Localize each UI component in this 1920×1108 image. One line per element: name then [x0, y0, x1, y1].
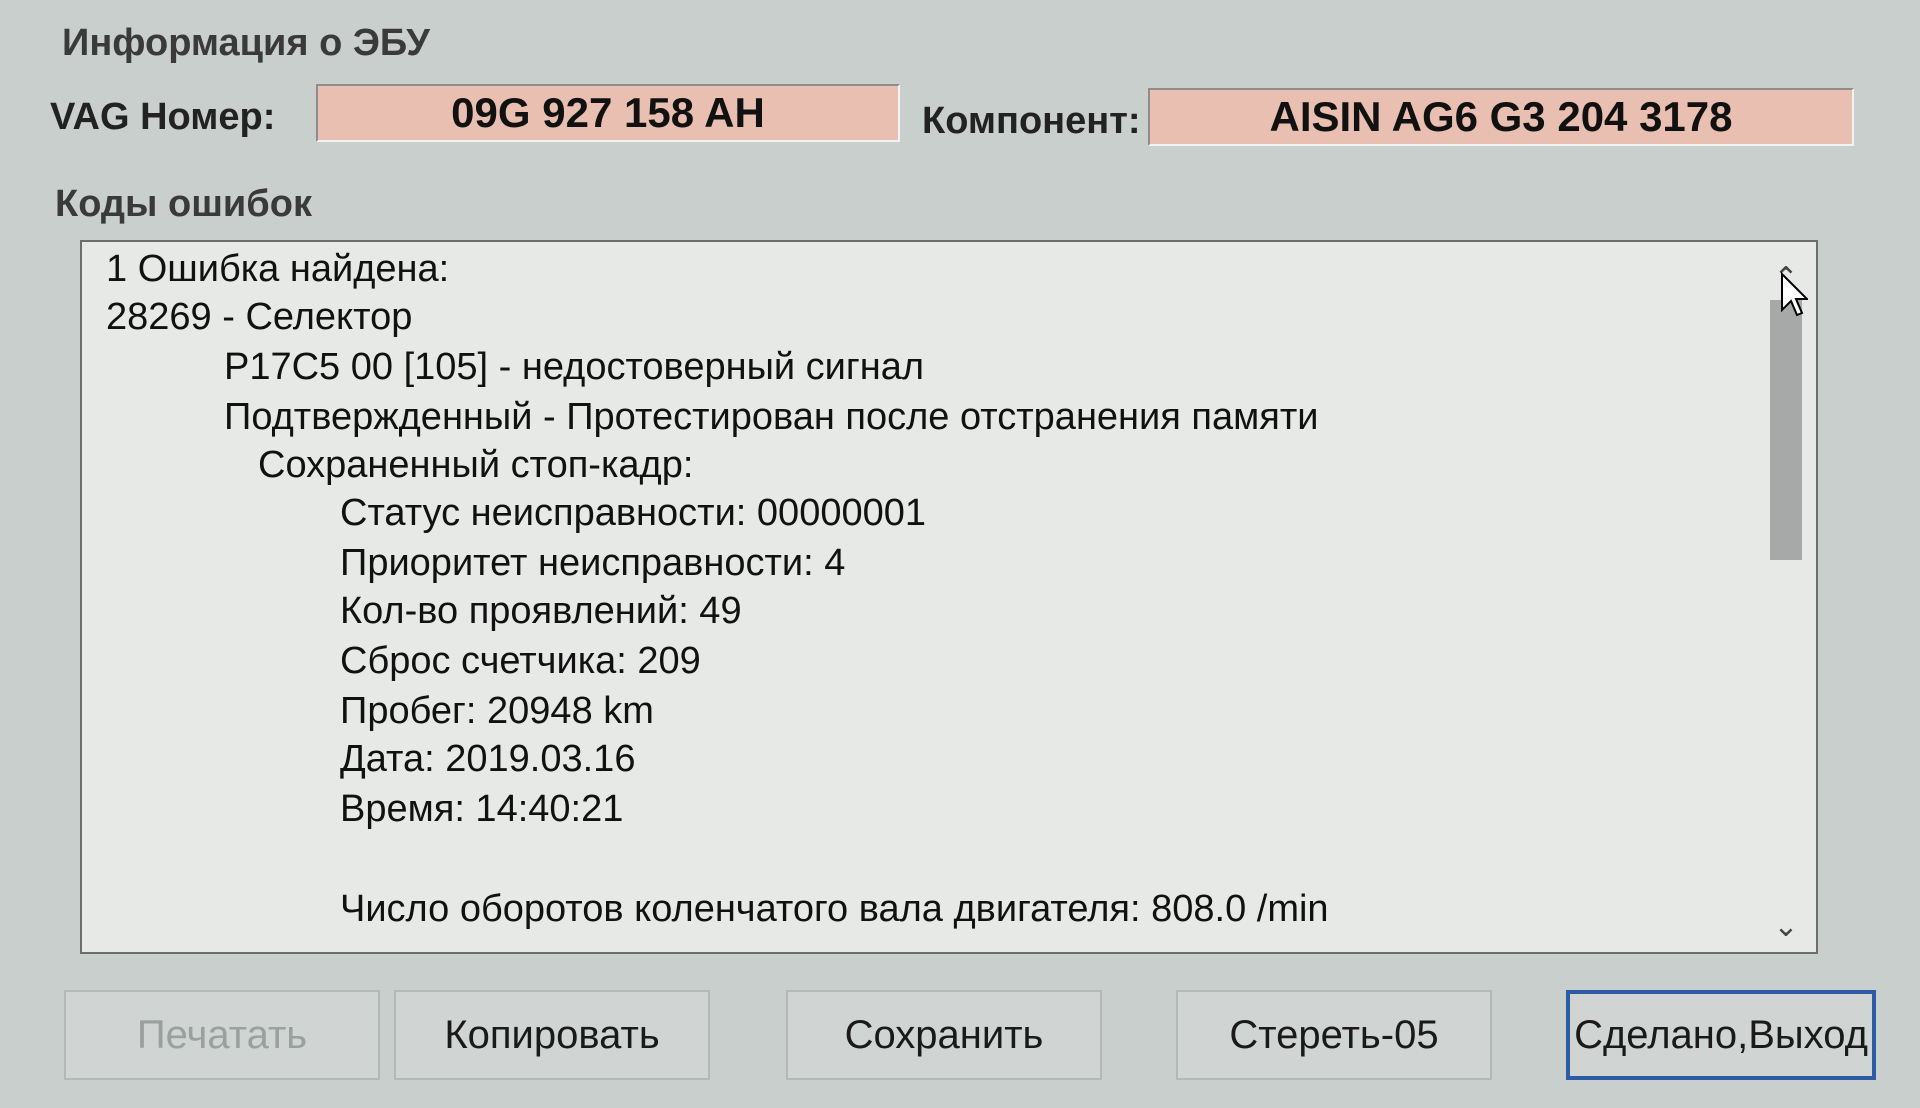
- chevron-down-icon[interactable]: ⌄: [1764, 908, 1808, 944]
- vag-number-label: VAG Номер:: [50, 96, 276, 138]
- fault-line: Дата: 2019.03.16: [340, 738, 636, 780]
- print-button[interactable]: Печатать: [64, 990, 380, 1080]
- component-label: Компонент:: [922, 100, 1141, 142]
- scrollbar-thumb[interactable]: [1770, 300, 1802, 560]
- fault-line: Приоритет неисправности: 4: [340, 542, 846, 584]
- vertical-scrollbar[interactable]: ⌃ ⌄: [1764, 260, 1808, 944]
- fault-line: 28269 - Селектор: [106, 296, 413, 338]
- copy-button[interactable]: Копировать: [394, 990, 710, 1080]
- save-button[interactable]: Сохранить: [786, 990, 1102, 1080]
- done-exit-button[interactable]: Сделано,Выход: [1566, 990, 1876, 1080]
- mouse-pointer-icon: [1781, 272, 1808, 317]
- fault-line: Время: 14:40:21: [340, 788, 624, 830]
- fault-codes-title: Коды ошибок: [55, 183, 312, 225]
- fault-line: P17C5 00 [105] - недостоверный сигнал: [224, 346, 925, 388]
- fault-line: Кол-во проявлений: 49: [340, 590, 742, 632]
- vag-number-value: 09G 927 158 AH: [316, 84, 900, 142]
- fault-codes-textarea[interactable]: 1 Ошибка найдена: 28269 - Селектор P17C5…: [80, 240, 1818, 954]
- fault-line: 1 Ошибка найдена:: [106, 248, 450, 290]
- ecu-info-title: Информация о ЭБУ: [62, 22, 430, 64]
- fault-line: Пробег: 20948 km: [340, 690, 654, 732]
- fault-line: Сброс счетчика: 209: [340, 640, 701, 682]
- erase-codes-button[interactable]: Стереть-05: [1176, 990, 1492, 1080]
- component-value: AISIN AG6 G3 204 3178: [1148, 88, 1854, 146]
- fault-line: Число оборотов коленчатого вала двигател…: [340, 888, 1329, 930]
- fault-codes-text: 1 Ошибка найдена: 28269 - Селектор P17C5…: [82, 242, 1756, 952]
- fault-line: Подтвержденный - Протестирован после отс…: [224, 396, 1319, 438]
- fault-line: Сохраненный стоп-кадр:: [258, 444, 694, 486]
- fault-line: Статус неисправности: 00000001: [340, 492, 926, 534]
